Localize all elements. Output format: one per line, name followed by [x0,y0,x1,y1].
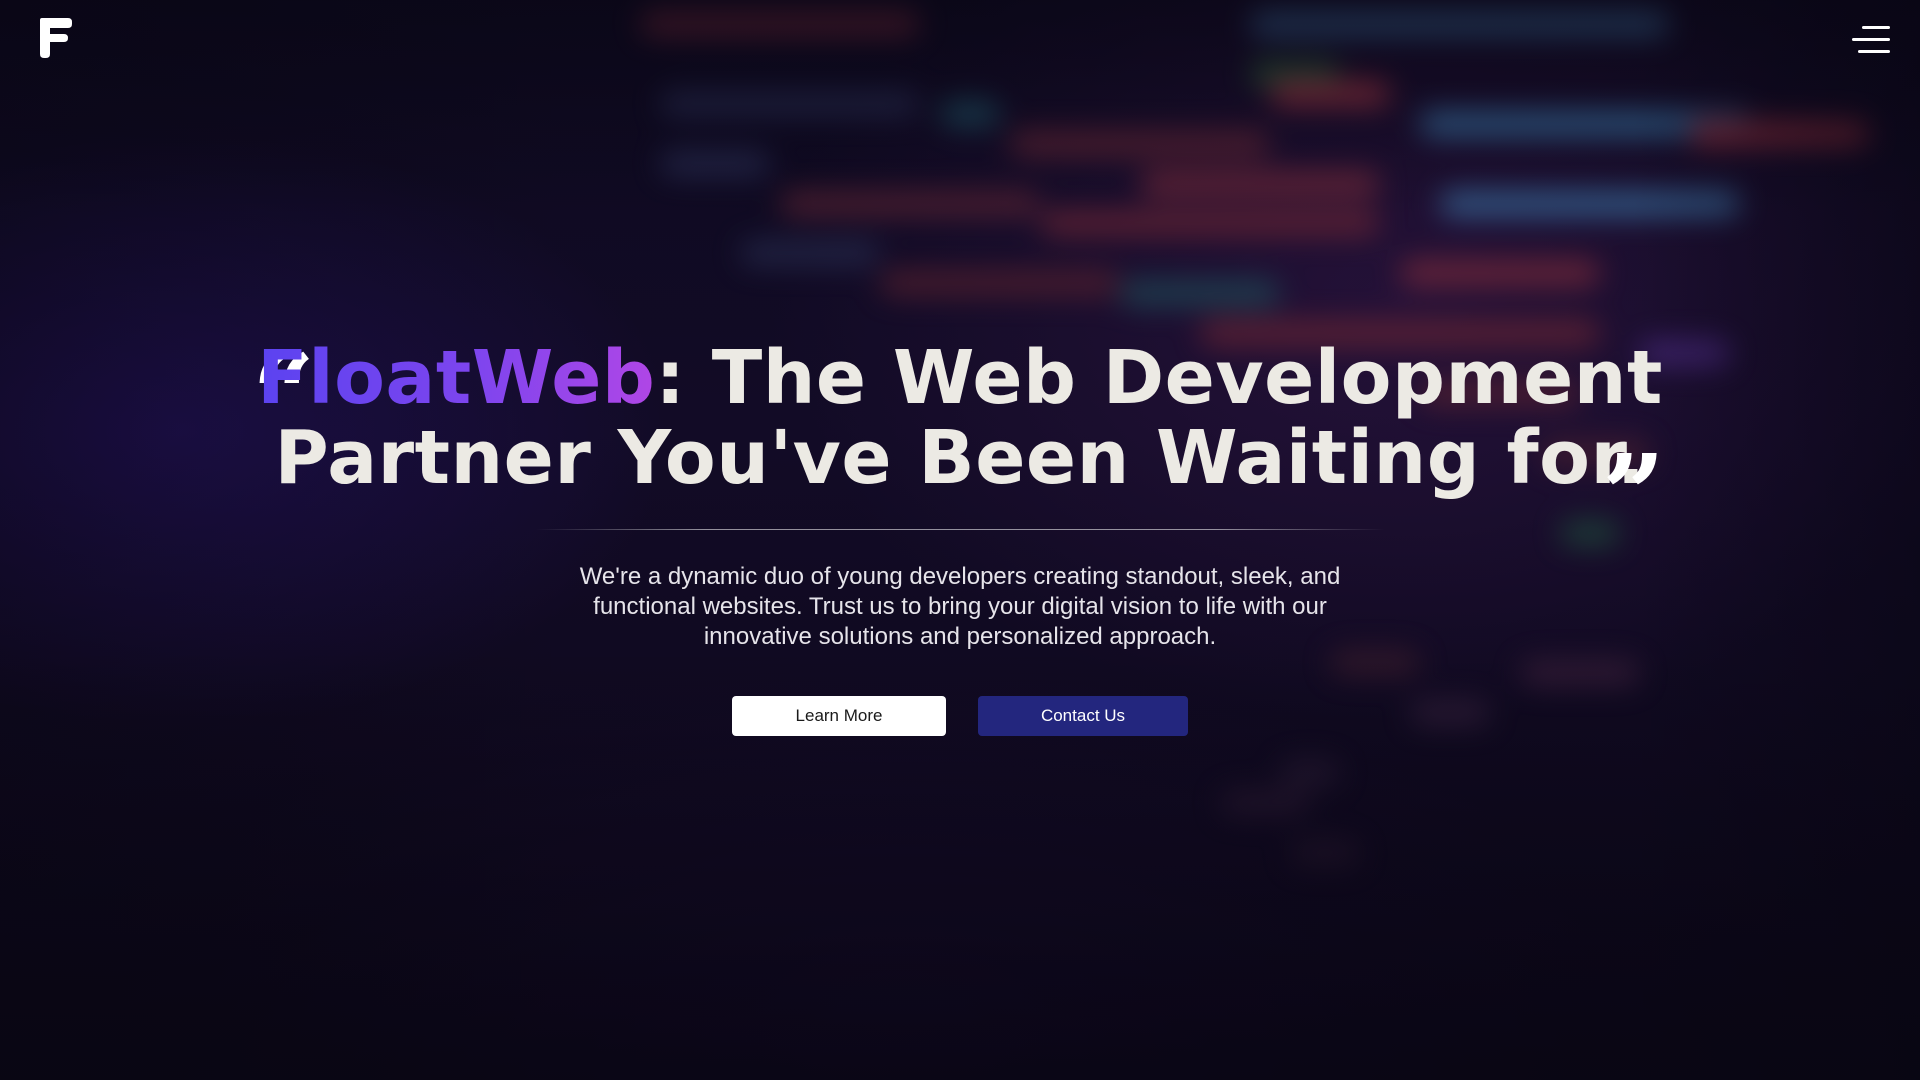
contact-us-button[interactable]: Contact Us [978,696,1188,736]
landing-page: “ FloatWeb: The Web Development Partner … [0,0,1920,1080]
hamburger-menu-icon[interactable] [1850,24,1890,56]
hero-description: We're a dynamic duo of young developers … [579,563,1341,650]
learn-more-button[interactable]: Learn More [732,696,946,736]
headline-line1: : The Web Development [655,335,1663,421]
close-quote-icon: ” [1602,430,1666,559]
floatweb-logo-icon[interactable] [36,16,76,60]
hero-divider [535,529,1385,530]
brand-name: FloatWeb [257,335,656,421]
headline-line2: Partner You've Been Waiting for. [274,415,1646,501]
